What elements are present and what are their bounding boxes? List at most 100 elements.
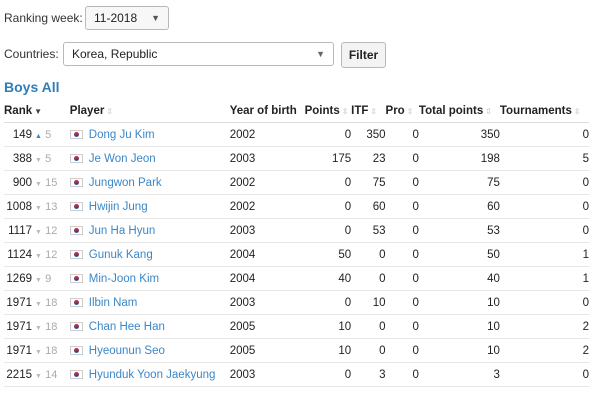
player-link[interactable]: Dong Ju Kim <box>89 129 155 141</box>
year-cell: 2002 <box>229 122 305 147</box>
rank-cell: 1971 ▼ 18 <box>4 314 70 339</box>
player-cell: Min-Joon Kim <box>69 266 230 291</box>
table-row: 1971 ▼ 18 Hyeounun Seo 2005 10 0 0 10 2 <box>4 338 589 363</box>
total-points-cell: 3 <box>418 362 500 387</box>
total-points-cell: 60 <box>418 194 500 219</box>
player-cell: Hyeounun Seo <box>69 338 230 363</box>
rank-change: 5 <box>45 128 52 141</box>
sort-icon: ⇳ <box>573 107 581 116</box>
table-row: 1269 ▼ 9 Min-Joon Kim 2004 40 0 0 40 1 <box>4 266 589 291</box>
arrow-down-icon: ▼ <box>35 372 42 380</box>
points-cell: 0 <box>304 218 352 243</box>
tournaments-cell: 5 <box>499 146 589 171</box>
total-points-cell: 10 <box>418 290 500 315</box>
chevron-down-icon: ▼ <box>151 13 160 23</box>
itf-cell: 0 <box>351 314 386 339</box>
tournaments-cell: 0 <box>499 362 589 387</box>
pro-cell: 0 <box>385 170 419 195</box>
total-points-cell: 198 <box>418 146 500 171</box>
player-link[interactable]: Je Won Jeon <box>89 153 156 165</box>
filter-button[interactable]: Filter <box>341 42 386 68</box>
player-cell: Hyunduk Yoon Jaekyung <box>69 362 230 387</box>
tournaments-cell: 0 <box>499 194 589 219</box>
rank-value: 1124 <box>7 248 32 261</box>
total-points-cell: 53 <box>418 218 500 243</box>
korea-flag-icon <box>69 201 83 211</box>
sort-icon: ⇳ <box>341 107 349 116</box>
rank-cell: 1008 ▼ 13 <box>4 194 70 219</box>
column-header-total[interactable]: Total points ⇳ <box>418 100 500 123</box>
rank-value: 388 <box>12 152 32 165</box>
column-header-pro[interactable]: Pro ⇳ <box>385 100 419 123</box>
rank-value: 1971 <box>6 320 32 333</box>
player-cell: Ilbin Nam <box>69 290 230 315</box>
rank-cell: 1971 ▼ 18 <box>4 290 70 315</box>
player-link[interactable]: Jungwon Park <box>89 177 162 189</box>
pro-cell: 0 <box>385 266 419 291</box>
sort-icon: ⇳ <box>106 107 114 116</box>
itf-cell: 60 <box>351 194 386 219</box>
korea-flag-icon <box>69 225 83 235</box>
points-cell: 10 <box>304 314 352 339</box>
player-link[interactable]: Hyeounun Seo <box>89 345 165 357</box>
column-header-player-label: Player <box>69 105 105 117</box>
table-row: 1117 ▼ 12 Jun Ha Hyun 2003 0 53 0 53 0 <box>4 218 589 243</box>
rank-change: 12 <box>45 248 58 261</box>
column-header-tournaments[interactable]: Tournaments ⇳ <box>499 100 589 123</box>
countries-select[interactable]: Korea, Republic ▼ <box>63 42 334 66</box>
rank-value: 1008 <box>6 200 32 213</box>
player-cell: Chan Hee Han <box>69 314 230 339</box>
rank-value: 1269 <box>6 272 32 285</box>
tournaments-cell: 1 <box>499 266 589 291</box>
arrow-down-icon: ▼ <box>35 156 42 164</box>
player-cell: Je Won Jeon <box>69 146 230 171</box>
korea-flag-icon <box>69 273 83 283</box>
points-cell: 0 <box>304 122 352 147</box>
pro-cell: 0 <box>385 314 419 339</box>
column-header-total-label: Total points <box>418 105 484 117</box>
player-link[interactable]: Jun Ha Hyun <box>89 225 155 237</box>
column-header-rank[interactable]: Rank ▼ <box>4 100 70 123</box>
chevron-down-icon: ▼ <box>316 49 325 59</box>
arrow-down-icon: ▼ <box>35 180 42 188</box>
column-header-points-label: Points <box>304 105 340 117</box>
itf-cell: 3 <box>351 362 386 387</box>
ranking-week-value: 11-2018 <box>94 11 138 25</box>
rank-change: 14 <box>45 368 58 381</box>
rank-cell: 388 ▼ 5 <box>4 146 70 171</box>
player-link[interactable]: Chan Hee Han <box>89 321 165 333</box>
column-header-player[interactable]: Player ⇳ <box>69 100 230 123</box>
sort-icon: ⇳ <box>370 107 378 116</box>
rank-cell: 2215 ▼ 14 <box>4 362 70 387</box>
column-header-itf[interactable]: ITF ⇳ <box>351 100 386 123</box>
rank-change: 18 <box>45 296 58 309</box>
player-link[interactable]: Gunuk Kang <box>89 249 153 261</box>
points-cell: 0 <box>304 194 352 219</box>
player-cell: Gunuk Kang <box>69 242 230 267</box>
table-row: 2215 ▼ 14 Hyunduk Yoon Jaekyung 2003 0 3 0 3 0 <box>4 362 589 387</box>
points-cell: 0 <box>304 170 352 195</box>
countries-row: Countries: <box>4 42 59 66</box>
ranking-week-select[interactable]: 11-2018 ▼ <box>85 6 169 30</box>
player-link[interactable]: Min-Joon Kim <box>89 273 159 285</box>
itf-cell: 0 <box>351 242 386 267</box>
player-link[interactable]: Ilbin Nam <box>89 297 138 309</box>
korea-flag-icon <box>69 297 83 307</box>
table-row: 149 ▲ 5 Dong Ju Kim 2002 0 350 0 350 0 <box>4 122 589 147</box>
arrow-down-icon: ▼ <box>35 324 42 332</box>
korea-flag-icon <box>69 321 83 331</box>
korea-flag-icon <box>69 345 83 355</box>
pro-cell: 0 <box>385 290 419 315</box>
player-link[interactable]: Hwijin Jung <box>89 201 148 213</box>
pro-cell: 0 <box>385 194 419 219</box>
korea-flag-icon <box>69 177 83 187</box>
total-points-cell: 40 <box>418 266 500 291</box>
column-header-itf-label: ITF <box>351 105 369 117</box>
arrow-down-icon: ▼ <box>35 204 42 212</box>
column-header-points[interactable]: Points ⇳ <box>304 100 352 123</box>
player-link[interactable]: Hyunduk Yoon Jaekyung <box>89 369 216 381</box>
ranking-week-row: Ranking week: <box>4 6 83 30</box>
total-points-cell: 350 <box>418 122 500 147</box>
year-cell: 2004 <box>229 242 305 267</box>
table-row: 1124 ▼ 12 Gunuk Kang 2004 50 0 0 50 1 <box>4 242 589 267</box>
